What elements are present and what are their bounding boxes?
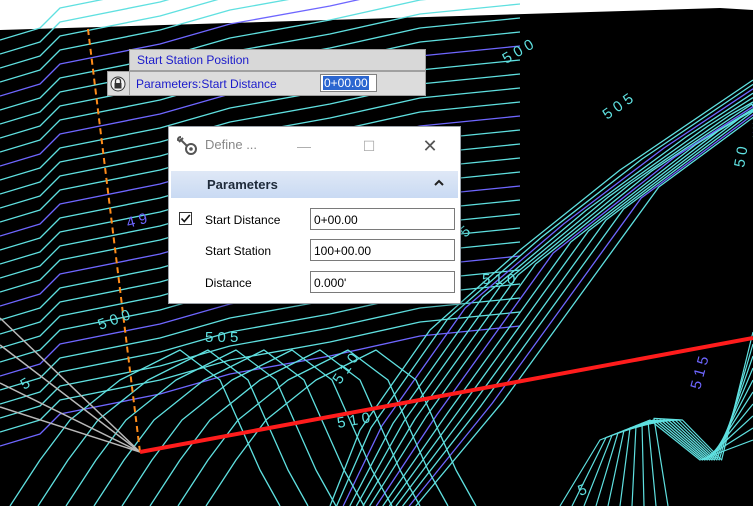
start-distance-checkbox[interactable] xyxy=(179,212,192,225)
prompt-title: Start Station Position xyxy=(137,53,250,67)
prompt-value-text: 0+00.00 xyxy=(323,76,369,90)
field-label: Start Distance xyxy=(205,213,281,227)
field-value: 100+00.00 xyxy=(314,244,372,258)
prompt-value-field[interactable]: 0+00.00 xyxy=(320,74,377,92)
checkmark-icon xyxy=(180,214,191,223)
field-row-start-station: Start Station 100+00.00 xyxy=(169,239,460,263)
contour-label: 5 0 5 xyxy=(205,329,238,346)
dialog-titlebar[interactable]: Define ... — ☐ ✕ xyxy=(169,127,460,165)
field-label: Start Station xyxy=(205,244,272,258)
section-title: Parameters xyxy=(207,177,278,192)
distance-input[interactable]: 0.000' xyxy=(310,271,455,293)
contour-label: 5 0 xyxy=(731,145,751,168)
wrench-gear-icon xyxy=(177,136,197,155)
command-prompt: Start Station Position Parameters:Start … xyxy=(107,49,428,101)
chevron-up-icon[interactable] xyxy=(433,177,445,189)
start-station-input[interactable]: 100+00.00 xyxy=(310,239,455,261)
field-row-start-distance: Start Distance 0+00.00 xyxy=(169,208,460,232)
drawing-view[interactable]: 5 0 0 5 0 5 5 1 0 4 9 5 0 0 5 0 5 5 1 0 … xyxy=(0,0,753,506)
start-distance-input[interactable]: 0+00.00 xyxy=(310,208,455,230)
prompt-parameter-row: Parameters:Start Distance 0+00.00 xyxy=(107,71,426,96)
field-label: Distance xyxy=(205,276,252,290)
dialog-title: Define ... xyxy=(205,137,258,152)
define-dialog: Define ... — ☐ ✕ Parameters Start Distan… xyxy=(168,126,461,304)
divider xyxy=(129,72,130,95)
close-button[interactable]: ✕ xyxy=(415,133,445,159)
maximize-button[interactable]: ☐ xyxy=(354,133,384,159)
lock-icon[interactable] xyxy=(110,76,126,92)
prompt-parameter-label: Parameters:Start Distance xyxy=(136,77,277,91)
field-row-distance: Distance 0.000' xyxy=(169,271,460,295)
field-value: 0.000' xyxy=(314,276,347,290)
prompt-title-row: Start Station Position xyxy=(129,49,426,71)
field-value: 0+00.00 xyxy=(314,213,358,227)
contour-label: 5 1 0 xyxy=(482,271,515,288)
parameters-section-header[interactable]: Parameters xyxy=(171,171,458,198)
minimize-button[interactable]: — xyxy=(289,133,319,159)
